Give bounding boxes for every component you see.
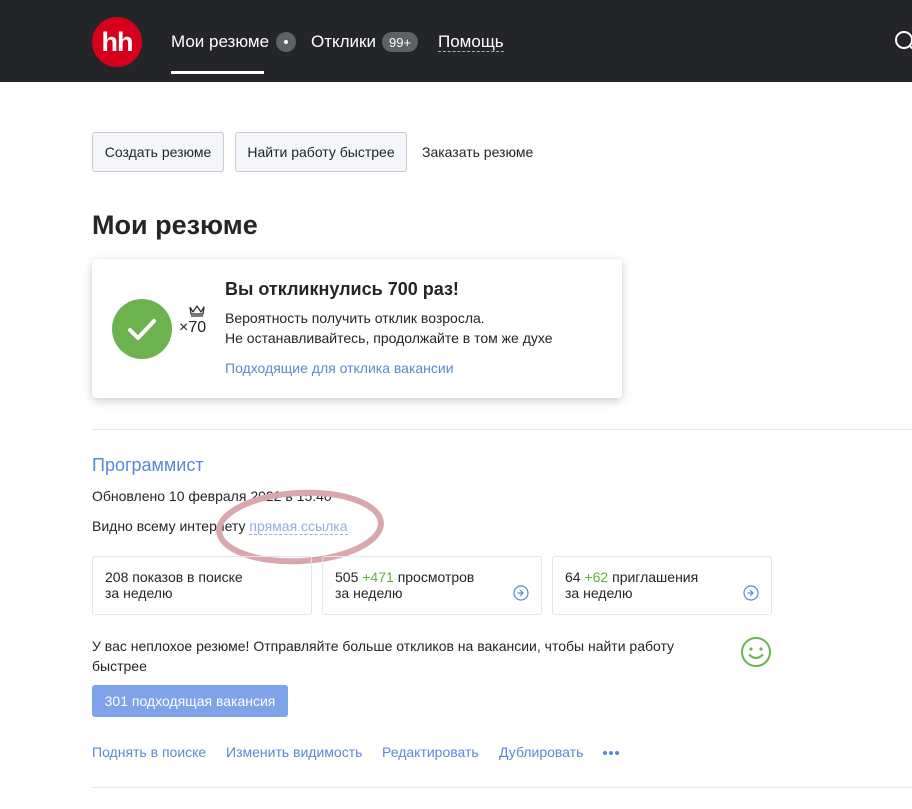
nav-responses[interactable]: Отклики 99+ (311, 32, 419, 52)
suitable-vacancies-link[interactable]: Подходящие для отклика вакансии (225, 360, 454, 376)
nav-help[interactable]: Помощь (438, 32, 504, 52)
nav-my-resumes-label: Мои резюме (171, 32, 270, 51)
crown-icon (189, 305, 205, 317)
search-impressions-text: 208 показов в поиске (105, 569, 243, 585)
achievement-text-line1: Вероятность получить отклик возросла. (225, 310, 485, 326)
hh-logo[interactable]: hh (92, 17, 142, 67)
views-period: за неделю (335, 585, 403, 601)
page-title: Мои резюме (92, 210, 258, 240)
views-delta: +471 (362, 569, 394, 585)
stat-search-impressions: 208 показов в поиске за неделю (92, 556, 312, 615)
search-impressions-period: за неделю (105, 585, 173, 601)
views-label: просмотров (397, 569, 475, 585)
more-dots-icon[interactable] (602, 750, 620, 756)
nav-help-label: Помощь (438, 31, 504, 51)
change-visibility-link[interactable]: Изменить видимость (226, 744, 362, 760)
nav-my-resumes[interactable]: Мои резюме (171, 32, 297, 52)
bottom-divider (92, 787, 912, 788)
search-icon[interactable] (893, 30, 912, 52)
achievement-card: ×70 Вы откликнулись 700 раз! Вероятность… (92, 259, 622, 398)
invites-count: 64 (565, 569, 581, 585)
edit-link[interactable]: Редактировать (382, 744, 479, 760)
views-count: 505 (335, 569, 359, 585)
nav-responses-label: Отклики (311, 32, 376, 51)
section-divider (92, 429, 912, 430)
create-resume-button[interactable]: Создать резюме (92, 132, 224, 172)
achievement-title: Вы откликнулись 700 раз! (225, 279, 459, 299)
resume-tip: У вас неплохое резюме! Отправляйте больш… (92, 638, 675, 674)
arrow-right-circle-icon[interactable] (743, 585, 759, 601)
smile-icon (741, 637, 771, 667)
highlight-circle-annotation (216, 489, 384, 565)
achievement-text-line2: Не останавливайтесь, продолжайте в том ж… (225, 330, 553, 346)
invites-delta: +62 (584, 569, 609, 585)
find-job-faster-button[interactable]: Найти работу быстрее (235, 132, 407, 172)
nav-resumes-dot-badge (276, 32, 297, 52)
multiplier-label: ×70 (179, 319, 207, 336)
duplicate-link[interactable]: Дублировать (499, 744, 583, 760)
invites-label: приглашения (612, 569, 699, 585)
order-resume-link[interactable]: Заказать резюме (422, 144, 533, 160)
top-header: hh Мои резюме Отклики 99+ Помощь (0, 0, 912, 82)
active-tab-underline (171, 71, 264, 74)
suitable-vacancies-button[interactable]: 301 подходящая вакансия (92, 685, 288, 717)
stat-invitations[interactable]: 64 +62 приглашения за неделю (552, 556, 772, 615)
arrow-right-circle-icon[interactable] (513, 585, 529, 601)
invites-period: за неделю (565, 585, 633, 601)
check-icon (112, 299, 172, 359)
responses-count-badge: 99+ (382, 32, 419, 52)
stat-views[interactable]: 505 +471 просмотров за неделю (322, 556, 542, 615)
raise-in-search-link[interactable]: Поднять в поиске (92, 744, 206, 760)
resume-title-link[interactable]: Программист (92, 455, 204, 476)
